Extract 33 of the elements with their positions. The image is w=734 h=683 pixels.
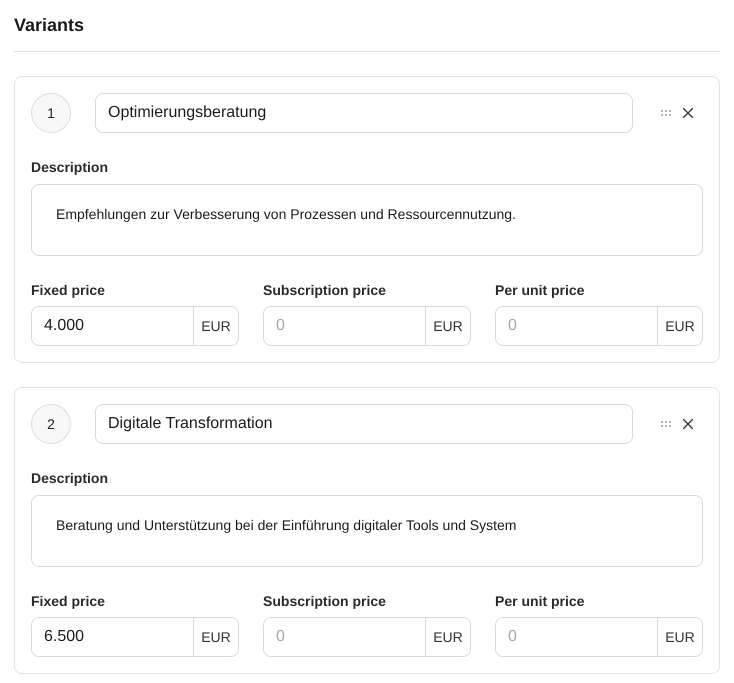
field-label: Per unit price (495, 592, 586, 610)
variant-number: 1 (31, 93, 71, 133)
remove-button[interactable] (683, 419, 693, 429)
price-input[interactable]: 0 (495, 306, 658, 346)
currency-addon: EUR (658, 617, 703, 657)
description-field[interactable]: Beratung und Unterstützung bei der Einführung digitaler Tools und System (31, 495, 703, 567)
price-input[interactable]: 0 (495, 617, 658, 657)
description-field[interactable]: Empfehlungen zur Verbesserung von Prozessen und Ressourcennutzung. (31, 184, 703, 256)
currency-addon: EUR (426, 617, 471, 657)
variant-number: 2 (31, 404, 71, 444)
currency-addon: EUR (658, 306, 703, 346)
close-icon (683, 419, 693, 429)
remove-button[interactable] (683, 108, 693, 118)
price-input[interactable]: 0 (263, 617, 426, 657)
field-label: Subscription price (263, 281, 387, 299)
price-input[interactable]: 6.500 (31, 617, 194, 657)
price-input[interactable]: 0 (263, 306, 426, 346)
price-input[interactable]: 4.000 (31, 306, 194, 346)
section-title: Variants (14, 14, 86, 36)
field-label: Subscription price (263, 592, 387, 610)
currency-addon: EUR (194, 617, 239, 657)
field-label: Fixed price (31, 281, 106, 299)
variant-name-input[interactable]: Digitale Transformation (95, 404, 633, 444)
close-icon (683, 108, 693, 118)
field-label: Description (31, 469, 110, 487)
field-label: Per unit price (495, 281, 586, 299)
drag-handle-icon[interactable] (661, 421, 671, 427)
field-label: Description (31, 158, 110, 176)
currency-addon: EUR (426, 306, 471, 346)
drag-handle-icon[interactable] (661, 110, 671, 116)
variant-name-input[interactable]: Optimierungsberatung (95, 93, 633, 133)
currency-addon: EUR (194, 306, 239, 346)
field-label: Fixed price (31, 592, 106, 610)
